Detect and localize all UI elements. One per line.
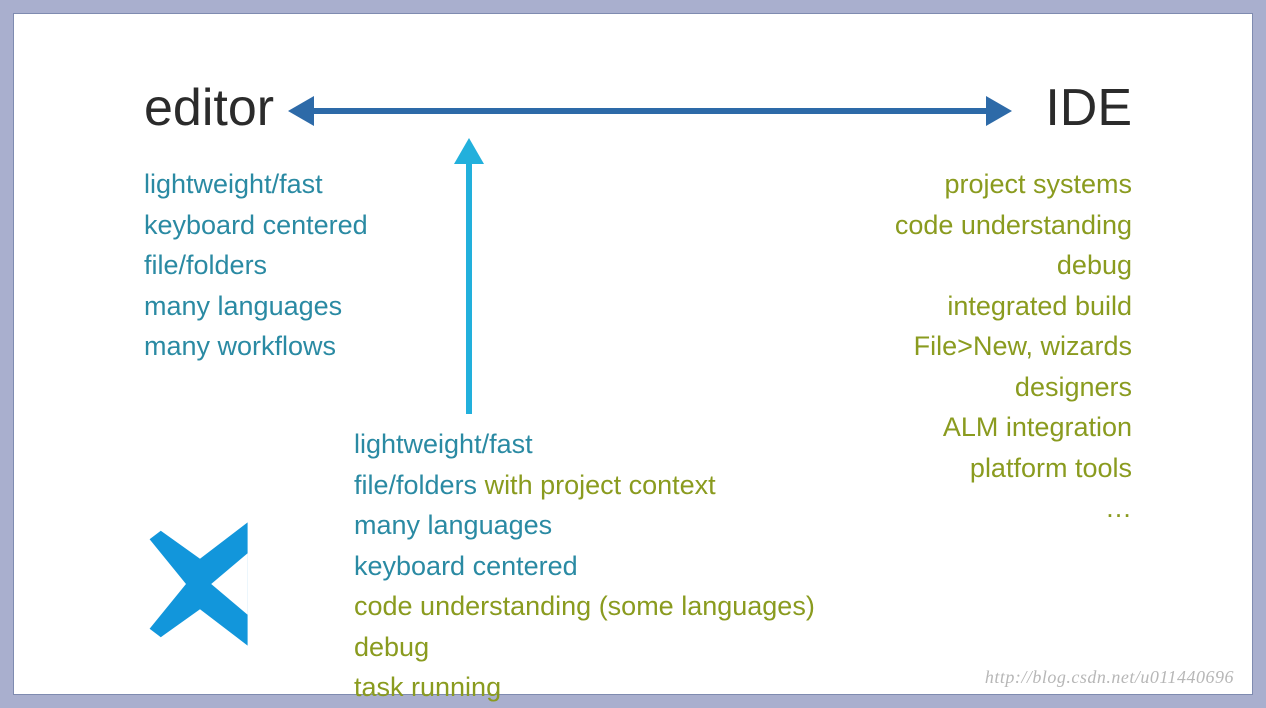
list-item: keyboard centered bbox=[144, 205, 368, 246]
text-olive: with project context bbox=[477, 470, 716, 500]
vscode-logo-icon bbox=[144, 514, 284, 654]
list-item: File>New, wizards bbox=[895, 326, 1132, 367]
vertical-arrow-icon bbox=[454, 138, 484, 414]
list-item: task running bbox=[354, 667, 815, 708]
list-item: project systems bbox=[895, 164, 1132, 205]
list-item: file/folders with project context bbox=[354, 465, 815, 506]
list-item: code understanding bbox=[895, 205, 1132, 246]
list-item: many languages bbox=[144, 286, 368, 327]
list-item: ALM integration bbox=[895, 407, 1132, 448]
text-teal: file/folders bbox=[354, 470, 477, 500]
list-item: file/folders bbox=[144, 245, 368, 286]
list-item: lightweight/fast bbox=[144, 164, 368, 205]
ide-features-list: project systems code understanding debug… bbox=[895, 164, 1132, 529]
text-teal: many languages bbox=[354, 510, 552, 540]
list-item: debug bbox=[895, 245, 1132, 286]
editor-features-list: lightweight/fast keyboard centered file/… bbox=[144, 164, 368, 367]
watermark-text: http://blog.csdn.net/u011440696 bbox=[985, 667, 1234, 688]
text-olive: task running bbox=[354, 672, 501, 702]
heading-ide: IDE bbox=[1045, 82, 1132, 134]
spectrum-arrow-icon bbox=[310, 108, 990, 114]
list-item: lightweight/fast bbox=[354, 424, 815, 465]
text-teal: lightweight/fast bbox=[354, 429, 533, 459]
list-item: integrated build bbox=[895, 286, 1132, 327]
list-item: platform tools bbox=[895, 448, 1132, 489]
list-item: many languages bbox=[354, 505, 815, 546]
list-item: designers bbox=[895, 367, 1132, 408]
text-olive: debug bbox=[354, 632, 429, 662]
vscode-features-list: lightweight/fast file/folders with proje… bbox=[354, 424, 815, 708]
heading-editor: editor bbox=[144, 82, 274, 134]
list-item: … bbox=[895, 488, 1132, 529]
list-item: code understanding (some languages) bbox=[354, 586, 815, 627]
list-item: keyboard centered bbox=[354, 546, 815, 587]
slide-card: editor IDE lightweight/fast keyboard cen… bbox=[13, 13, 1253, 695]
list-item: debug bbox=[354, 627, 815, 668]
text-teal: keyboard centered bbox=[354, 551, 578, 581]
text-olive: code understanding (some languages) bbox=[354, 591, 815, 621]
list-item: many workflows bbox=[144, 326, 368, 367]
